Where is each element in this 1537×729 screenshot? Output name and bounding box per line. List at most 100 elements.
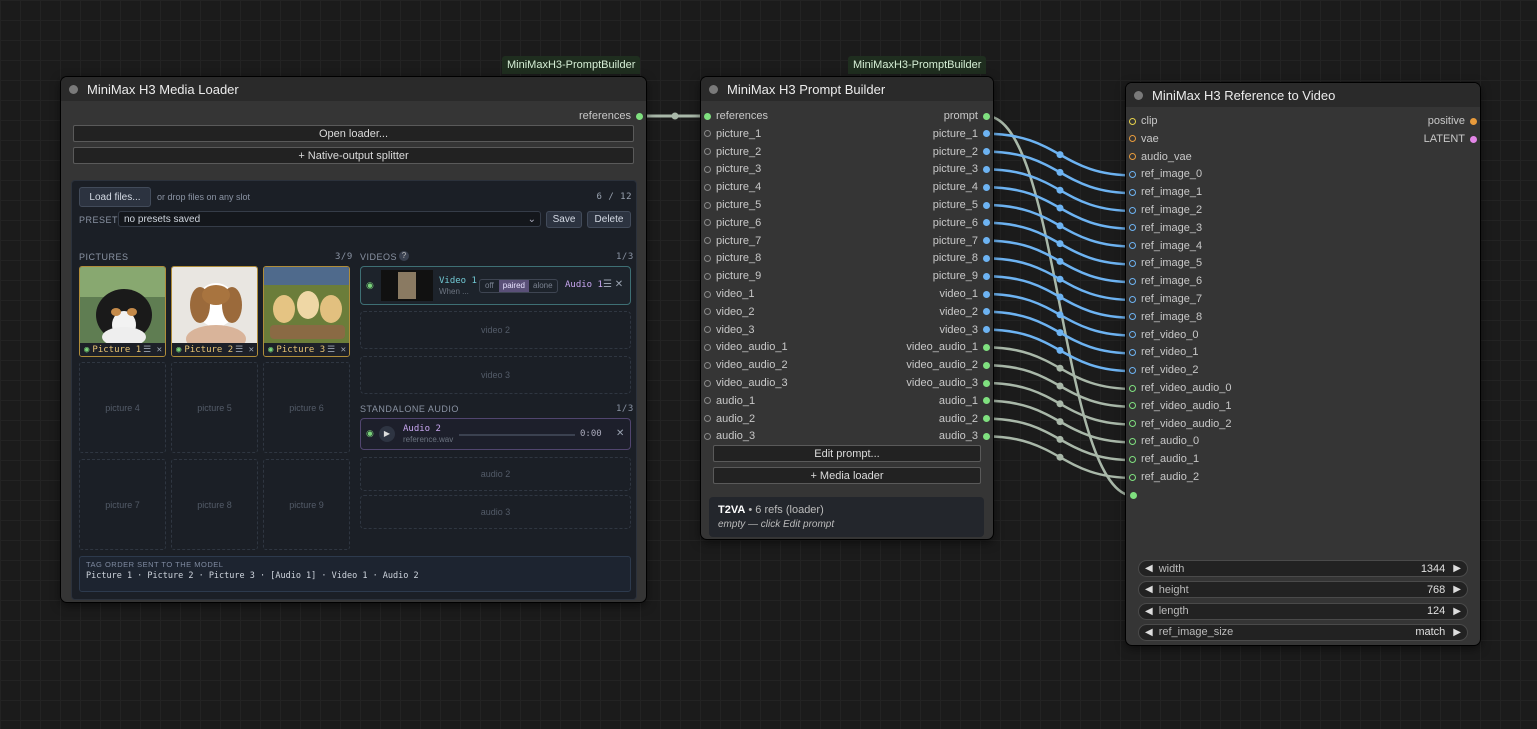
native-output-splitter-button[interactable]: + Native-output splitter (73, 147, 634, 164)
input-pin-icon[interactable] (704, 148, 711, 156)
preset-select[interactable]: no presets saved ⌄ (118, 211, 541, 227)
output-audio-1[interactable]: audio_1 (939, 392, 990, 410)
output-picture-7[interactable]: picture_7 (933, 232, 990, 250)
picture-card-3[interactable]: ◉ Picture 3 ☰ ✕ (263, 266, 350, 357)
prompt-builder-node[interactable]: MiniMax H3 Prompt Builder references pict… (701, 77, 993, 539)
picture-slot[interactable]: picture 9 (263, 459, 350, 550)
collapse-dot-icon[interactable] (69, 84, 78, 94)
input-pin-icon[interactable] (704, 432, 711, 440)
picture-slot[interactable]: picture 4 (79, 362, 166, 453)
input-audio-vae[interactable]: audio_vae (1129, 148, 1192, 166)
mode-alone[interactable]: alone (529, 280, 557, 292)
input-pin-icon[interactable] (704, 308, 711, 316)
decrement-arrow-icon[interactable]: ◀ (1145, 563, 1153, 574)
widget-width[interactable]: ◀ width 1344 ▶ (1138, 560, 1468, 577)
input-ref-image-4[interactable]: ref_image_4 (1129, 237, 1202, 255)
increment-arrow-icon[interactable]: ▶ (1453, 563, 1461, 574)
input-picture-5[interactable]: picture_5 (704, 196, 761, 214)
menu-close-icons[interactable]: ☰ ✕ (603, 279, 623, 290)
input-video-1[interactable]: video_1 (704, 285, 755, 303)
output-picture-8[interactable]: picture_8 (933, 249, 990, 267)
mode-off[interactable]: off (480, 280, 499, 292)
input-picture-7[interactable]: picture_7 (704, 232, 761, 250)
input-video-audio-2[interactable]: video_audio_2 (704, 356, 788, 374)
output-picture-4[interactable]: picture_4 (933, 178, 990, 196)
input-pin-icon[interactable] (1129, 188, 1136, 196)
input-vae[interactable]: vae (1129, 130, 1159, 148)
input-ref-video-audio-0[interactable]: ref_video_audio_0 (1129, 379, 1232, 397)
output-pin-icon[interactable] (983, 130, 990, 138)
output-video-audio-3[interactable]: video_audio_3 (906, 374, 990, 392)
input-ref-audio-2[interactable]: ref_audio_2 (1129, 468, 1199, 486)
collapse-dot-icon[interactable] (1134, 90, 1143, 100)
input-ref-video-1[interactable]: ref_video_1 (1129, 343, 1199, 361)
widget-ref-image-size[interactable]: ◀ ref_image_size match ▶ (1138, 623, 1468, 641)
output-video-3[interactable]: video_3 (939, 321, 990, 339)
input-pin-icon[interactable] (1129, 313, 1136, 321)
input-pin-icon[interactable] (1129, 295, 1136, 303)
output-pin-icon[interactable] (983, 254, 990, 262)
input-ref-video-audio-1[interactable]: ref_video_audio_1 (1129, 397, 1232, 415)
output-pin-icon[interactable] (983, 343, 990, 351)
input-ref-video-audio-2[interactable]: ref_video_audio_2 (1129, 415, 1232, 433)
output-picture-6[interactable]: picture_6 (933, 214, 990, 232)
collapse-dot-icon[interactable] (709, 84, 718, 94)
input-pin-icon[interactable] (704, 112, 711, 120)
increment-arrow-icon[interactable]: ▶ (1453, 627, 1461, 638)
audio-progress[interactable] (459, 434, 575, 436)
input-references[interactable]: references (704, 107, 768, 125)
picture-slot[interactable]: picture 7 (79, 459, 166, 550)
input-pin-icon[interactable] (1129, 242, 1136, 250)
output-pin-icon[interactable] (983, 112, 990, 120)
input-pin-icon[interactable] (704, 415, 711, 423)
input-audio-1[interactable]: audio_1 (704, 392, 755, 410)
preset-delete-button[interactable]: Delete (587, 211, 631, 228)
mode-paired[interactable]: paired (498, 280, 529, 292)
decrement-arrow-icon[interactable]: ◀ (1145, 584, 1153, 595)
input-pin-icon[interactable] (1129, 224, 1136, 232)
widget-length[interactable]: ◀ length 124 ▶ (1138, 602, 1468, 620)
output-pin-icon[interactable] (983, 415, 990, 423)
input-audio-3[interactable]: audio_3 (704, 427, 755, 445)
input-ref-image-5[interactable]: ref_image_5 (1129, 254, 1202, 272)
input-video-3[interactable]: video_3 (704, 321, 755, 339)
audio-slot[interactable]: audio 3 (360, 495, 631, 529)
output-positive[interactable]: positive (1428, 112, 1477, 130)
menu-close-icons[interactable]: ☰ ✕ (327, 345, 346, 355)
output-video-audio-1[interactable]: video_audio_1 (906, 338, 990, 356)
output-pin-icon[interactable] (983, 201, 990, 209)
input-pin-icon[interactable] (704, 272, 711, 280)
input-pin-icon[interactable] (704, 343, 711, 351)
widget-height[interactable]: ◀ height 768 ▶ (1138, 581, 1468, 599)
extra-input-pin-icon[interactable] (1130, 492, 1137, 499)
input-pin-icon[interactable] (704, 183, 711, 191)
video-row-1[interactable]: ◉ Video 1 When ... off paired alone Audi… (360, 266, 631, 305)
input-pin-icon[interactable] (704, 361, 711, 369)
output-video-audio-2[interactable]: video_audio_2 (906, 356, 990, 374)
output-references[interactable]: references (579, 107, 643, 125)
input-pin-icon[interactable] (1129, 135, 1136, 143)
input-ref-video-0[interactable]: ref_video_0 (1129, 326, 1199, 344)
input-ref-image-7[interactable]: ref_image_7 (1129, 290, 1202, 308)
output-pin-icon[interactable] (983, 308, 990, 316)
menu-close-icons[interactable]: ☰ ✕ (143, 345, 162, 355)
input-pin-icon[interactable] (1129, 384, 1136, 392)
picture-card-2[interactable]: ◉ Picture 2 ☰ ✕ (171, 266, 258, 357)
input-picture-8[interactable]: picture_8 (704, 249, 761, 267)
output-pin-icon[interactable] (983, 148, 990, 156)
output-latent[interactable]: LATENT (1424, 130, 1477, 148)
output-pin-icon[interactable] (983, 165, 990, 173)
input-picture-3[interactable]: picture_3 (704, 160, 761, 178)
input-pin-icon[interactable] (1129, 170, 1136, 178)
prompt-builder-header[interactable]: MiniMax H3 Prompt Builder (701, 77, 993, 101)
picture-card-1[interactable]: ◉ Picture 1 ☰ ✕ (79, 266, 166, 357)
output-pin-icon[interactable] (983, 379, 990, 387)
picture-slot[interactable]: picture 6 (263, 362, 350, 453)
input-pin-icon[interactable] (1129, 277, 1136, 285)
input-ref-audio-1[interactable]: ref_audio_1 (1129, 450, 1199, 468)
audio-mode-toggle[interactable]: off paired alone (479, 279, 558, 293)
output-prompt[interactable]: prompt (944, 107, 990, 125)
output-pin-icon[interactable] (983, 183, 990, 191)
input-pin-icon[interactable] (1129, 117, 1136, 125)
input-pin-icon[interactable] (704, 397, 711, 405)
